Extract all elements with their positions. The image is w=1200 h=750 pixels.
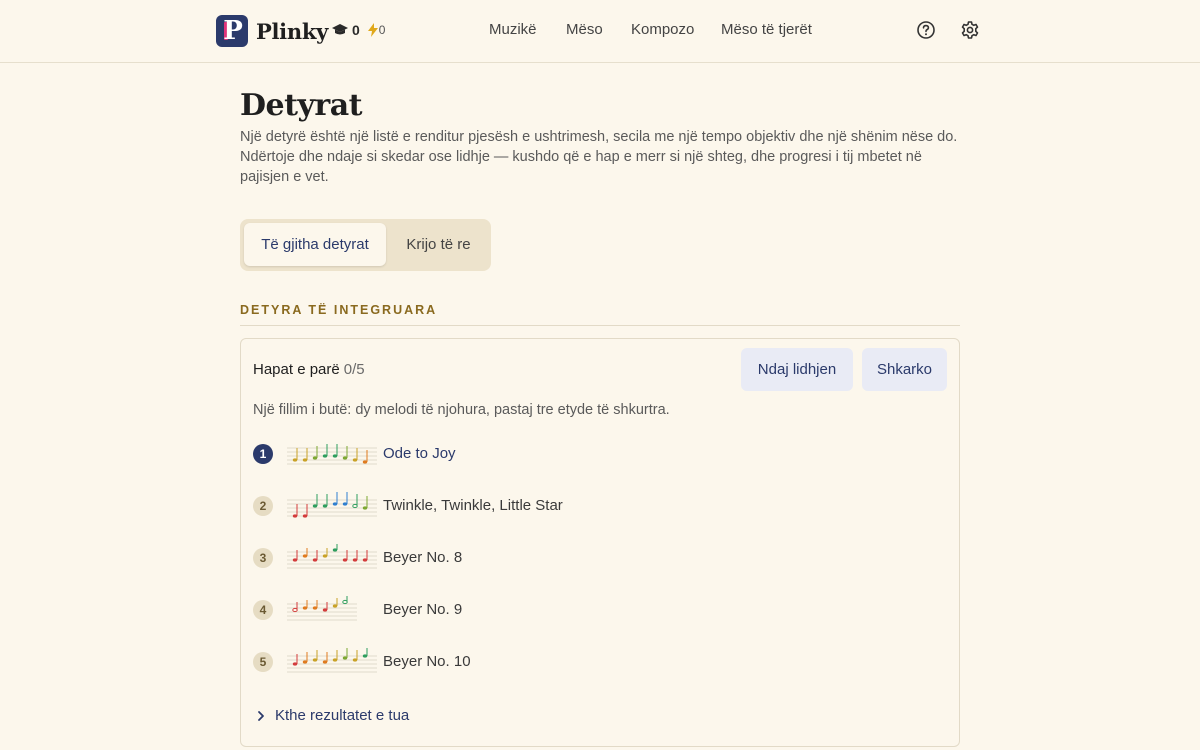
nav-teach-others[interactable]: Mëso të tjerët	[721, 21, 812, 38]
lessons-count: 0	[352, 22, 360, 38]
item-title[interactable]: Beyer No. 8	[383, 549, 462, 566]
plinky-logo-icon: P	[216, 15, 248, 47]
item-number-badge: 1	[253, 444, 273, 464]
download-button[interactable]: Shkarko	[862, 348, 947, 391]
top-navigation-bar: P Plinky 0 0 Muzikë Mëso Kompozo Mëso të…	[0, 0, 1200, 63]
sheet-music-thumbnail	[287, 444, 377, 465]
nav-compose[interactable]: Kompozo	[631, 21, 694, 38]
section-divider	[240, 325, 960, 326]
sheet-music-thumbnail	[287, 596, 357, 621]
lightning-icon	[367, 23, 378, 37]
expand-results-toggle[interactable]: Kthe rezultatet e tua	[255, 707, 409, 724]
tab-create-new[interactable]: Krijo të re	[390, 223, 487, 266]
streak-count: 0	[378, 23, 386, 37]
item-number-badge: 5	[253, 652, 273, 672]
item-title[interactable]: Ode to Joy	[383, 445, 456, 462]
assignment-card: Hapat e parë 0/5 Ndaj lidhjen Shkarko Një…	[240, 338, 960, 747]
nav-music[interactable]: Muzikë	[489, 21, 537, 38]
assignment-progress: 0/5	[343, 361, 365, 378]
assignment-title: Hapat e parë 0/5	[253, 361, 365, 378]
section-heading: DETYRA TË INTEGRUARA	[240, 303, 438, 317]
sheet-music-thumbnail	[287, 544, 377, 569]
page-description: Një detyrë është një listë e renditur pj…	[240, 129, 958, 185]
assignment-item[interactable]: 3 Beyer No. 8	[253, 544, 933, 572]
item-title[interactable]: Beyer No. 10	[383, 653, 471, 670]
nav-learn[interactable]: Mëso	[566, 21, 603, 38]
expand-results-label: Kthe rezultatet e tua	[275, 707, 410, 724]
page-title: Detyrat	[240, 88, 363, 123]
help-icon[interactable]	[916, 20, 936, 40]
assignment-item[interactable]: 5 Beyer No. 10	[253, 648, 933, 676]
item-number-badge: 4	[253, 600, 273, 620]
graduation-cap-icon	[332, 24, 348, 35]
item-title[interactable]: Beyer No. 9	[383, 601, 462, 618]
sheet-music-thumbnail	[287, 648, 377, 673]
item-number-badge: 3	[253, 548, 273, 568]
assignment-title-text: Hapat e parë	[253, 361, 340, 378]
tab-all-assignments[interactable]: Të gjitha detyrat	[244, 223, 386, 266]
streak-stat: 0	[367, 23, 386, 37]
settings-gear-icon[interactable]	[960, 20, 980, 40]
sheet-music-thumbnail	[287, 492, 377, 518]
brand-name: Plinky	[256, 18, 328, 44]
chevron-right-icon	[258, 710, 264, 721]
item-title[interactable]: Twinkle, Twinkle, Little Star	[383, 497, 563, 514]
assignment-item[interactable]: 4 Beyer No. 9	[253, 596, 933, 624]
tab-group: Të gjitha detyrat Krijo të re	[240, 219, 491, 271]
item-number-badge: 2	[253, 496, 273, 516]
assignment-description: Një fillim i butë: dy melodi të njohura,…	[253, 402, 670, 418]
brand-logo-link[interactable]: P Plinky	[216, 15, 328, 47]
assignment-item[interactable]: 1 Ode to Joy	[253, 440, 933, 468]
share-link-button[interactable]: Ndaj lidhjen	[741, 348, 853, 391]
user-stats: 0 0	[332, 22, 385, 38]
assignment-item[interactable]: 2 Twinkle, Twinkle, Little Star	[253, 492, 933, 520]
lessons-stat: 0	[332, 22, 360, 38]
